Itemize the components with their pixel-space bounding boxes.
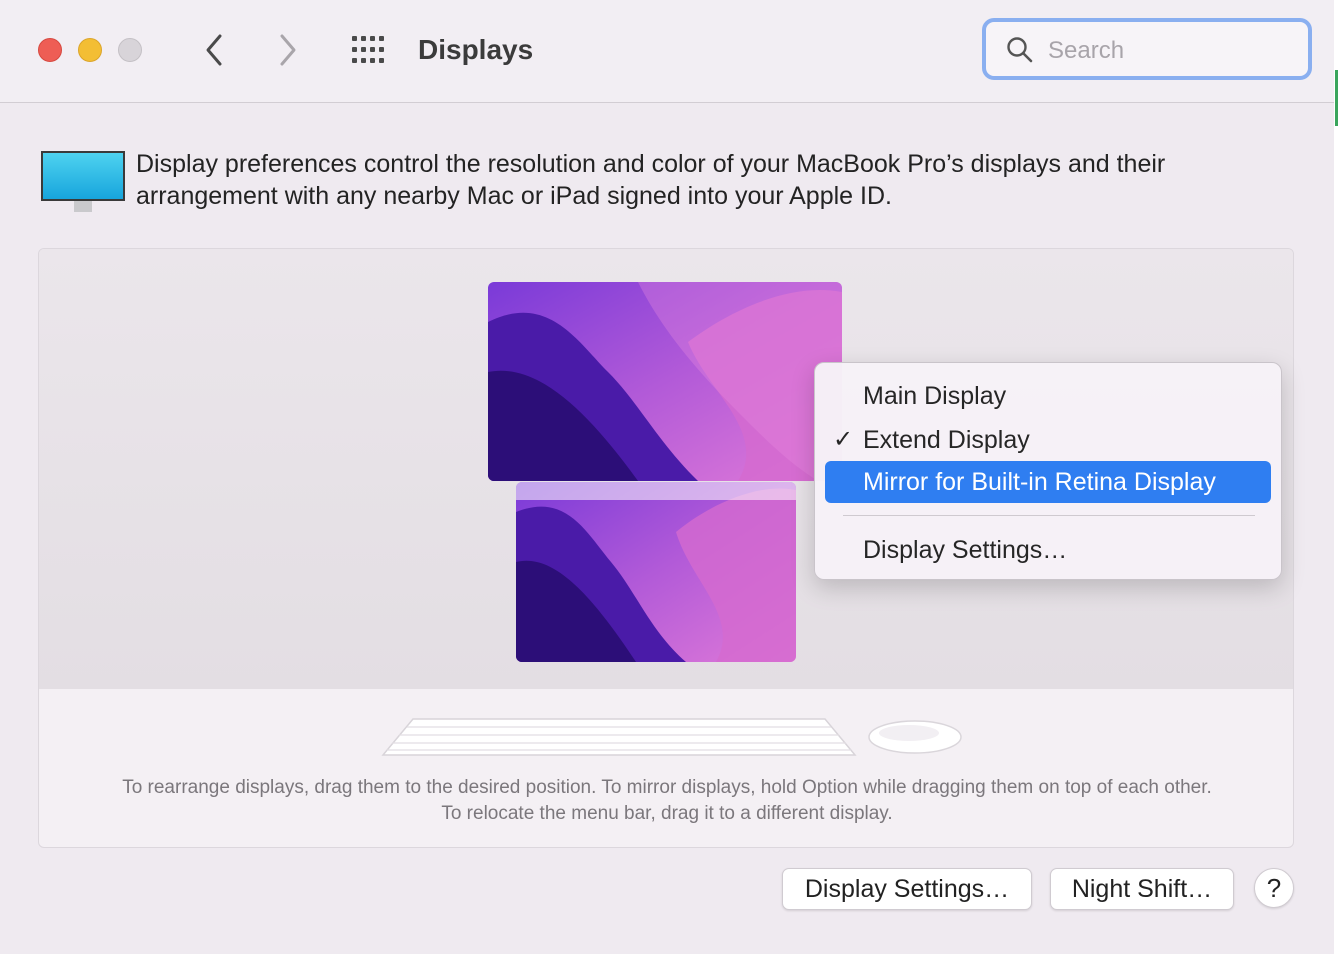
search-field[interactable]: Search <box>982 18 1312 80</box>
menu-item-label: Display Settings… <box>863 536 1068 564</box>
mouse-icon <box>868 720 962 754</box>
wallpaper-image <box>488 282 842 481</box>
search-icon <box>1007 37 1033 63</box>
menu-item-display-settings[interactable]: Display Settings… <box>825 529 1271 571</box>
main-display-thumbnail[interactable] <box>488 282 842 481</box>
display-settings-button[interactable]: Display Settings… <box>782 868 1032 910</box>
show-all-button[interactable] <box>350 34 390 66</box>
displays-window: Displays Search Display preferences cont… <box>0 0 1335 954</box>
checkmark-icon: ✓ <box>833 426 854 453</box>
menu-bar-indicator[interactable] <box>516 482 796 500</box>
display-icon <box>41 151 125 212</box>
title-bar: Displays Search <box>0 0 1334 103</box>
wallpaper-image <box>516 482 796 662</box>
menu-item-label: Main Display <box>863 382 1007 410</box>
description-text: Display preferences control the resoluti… <box>136 150 1166 210</box>
help-button[interactable]: ? <box>1254 868 1294 908</box>
display-context-menu: Main Display ✓ Extend Display Mirror for… <box>814 362 1282 580</box>
grid-icon <box>352 36 384 63</box>
menu-item-extend-display[interactable]: ✓ Extend Display <box>825 419 1271 461</box>
menu-item-label: Mirror for Built-in Retina Display <box>863 468 1216 496</box>
zoom-button[interactable] <box>118 38 142 62</box>
minimize-button[interactable] <box>78 38 102 62</box>
forward-button[interactable] <box>270 30 306 70</box>
menu-item-mirror-display[interactable]: Mirror for Built-in Retina Display <box>825 461 1271 503</box>
search-placeholder: Search <box>1048 37 1125 64</box>
menu-item-main-display[interactable]: Main Display <box>825 375 1271 417</box>
menu-separator <box>843 515 1255 516</box>
keyboard-icon <box>381 718 857 756</box>
back-button[interactable] <box>196 30 232 70</box>
arrangement-hint: To rearrange displays, drag them to the … <box>122 777 1212 824</box>
menu-item-label: Extend Display <box>863 426 1030 454</box>
secondary-display-thumbnail[interactable] <box>516 482 796 662</box>
chevron-left-icon <box>206 34 222 66</box>
close-button[interactable] <box>38 38 62 62</box>
chevron-right-icon <box>280 34 296 66</box>
window-edge <box>1334 0 1338 954</box>
night-shift-button[interactable]: Night Shift… <box>1050 868 1234 910</box>
window-title: Displays <box>418 34 534 65</box>
